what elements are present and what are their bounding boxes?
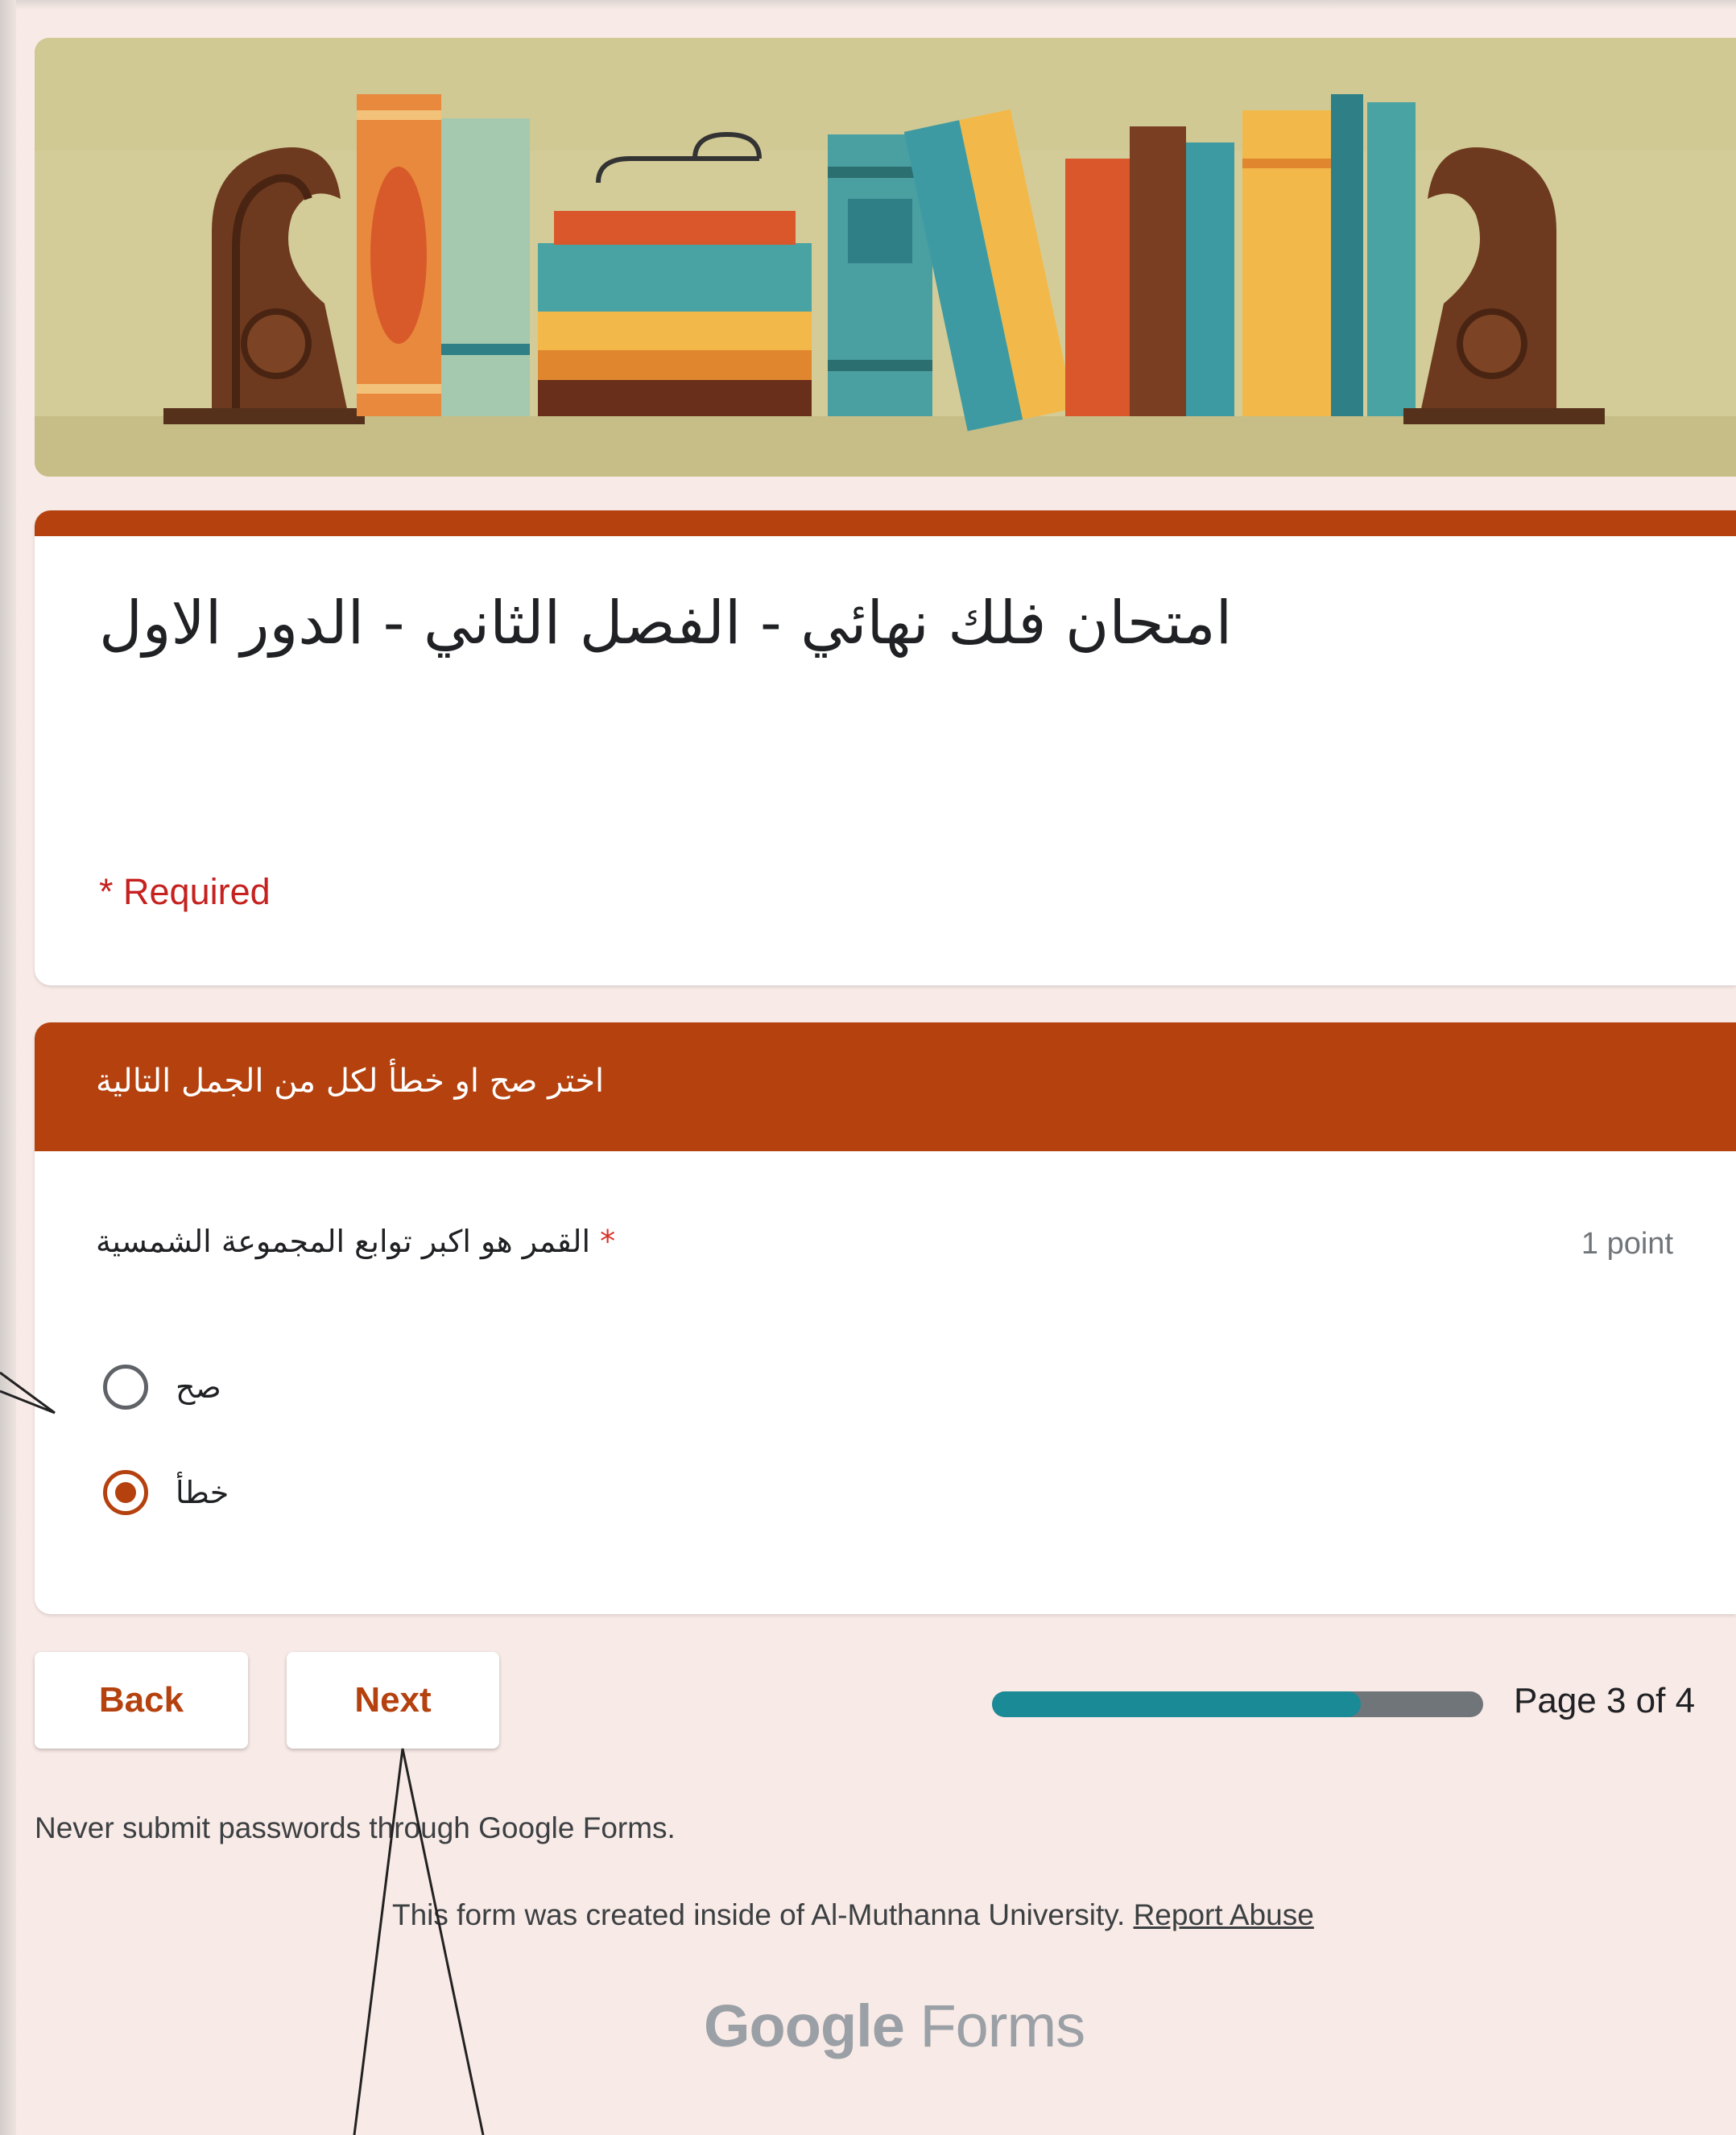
created-note-text: This form was created inside of Al-Mutha… — [392, 1898, 1126, 1931]
created-note: This form was created inside of Al-Mutha… — [392, 1898, 1314, 1932]
back-button[interactable]: Back — [35, 1652, 248, 1749]
question-section-card: اختر صح او خطأ لكل من الجمل التالية * ال… — [35, 1022, 1736, 1614]
question-text: * القمر هو اكبر توابع المجموعة الشمسية — [96, 1224, 1223, 1259]
google-forms-logo: Google Forms — [704, 1992, 1085, 2060]
form-title: امتحان فلك نهائي - الفصل الثاني - الدور … — [99, 588, 1233, 658]
form-title-card: امتحان فلك نهائي - الفصل الثاني - الدور … — [35, 510, 1736, 985]
report-abuse-link[interactable]: Report Abuse — [1134, 1898, 1314, 1931]
progress-bar-fill — [992, 1691, 1361, 1717]
page-indicator: Page 3 of 4 — [1514, 1681, 1696, 1720]
password-warning: Never submit passwords through Google Fo… — [35, 1811, 676, 1844]
question-points: 1 point — [1581, 1227, 1673, 1261]
radio-unchecked-icon[interactable] — [103, 1365, 148, 1410]
question-label: القمر هو اكبر توابع المجموعة الشمسية — [96, 1224, 591, 1259]
option-true[interactable]: صح — [103, 1365, 221, 1410]
progress-bar — [992, 1691, 1483, 1717]
option-label: خطأ — [176, 1475, 229, 1510]
header-banner-image — [35, 38, 1736, 477]
left-shadow — [0, 0, 16, 2135]
section-title: اختر صح او خطأ لكل من الجمل التالية — [96, 1063, 605, 1100]
option-false[interactable]: خطأ — [103, 1470, 229, 1515]
logo-google-word: Google — [704, 1993, 905, 2059]
next-button[interactable]: Next — [287, 1652, 499, 1749]
top-shadow — [0, 0, 1736, 10]
title-card-accent-bar — [35, 510, 1736, 536]
required-note: * Required — [99, 871, 271, 912]
logo-forms-word: Forms — [920, 1993, 1085, 2059]
option-label: صح — [176, 1369, 221, 1405]
section-header: اختر صح او خطأ لكل من الجمل التالية — [35, 1022, 1736, 1151]
radio-checked-icon[interactable] — [103, 1470, 148, 1515]
required-star: * — [600, 1224, 616, 1259]
